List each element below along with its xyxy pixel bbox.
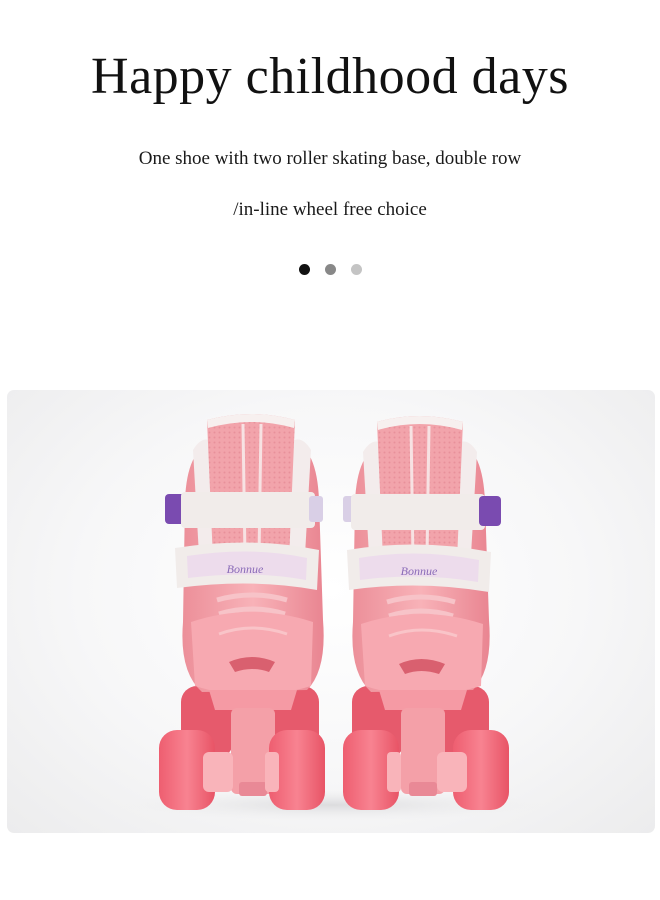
carousel-dot-3[interactable]	[350, 264, 362, 275]
product-photo: Bonnue Bonnue	[7, 390, 655, 833]
headline: Happy childhood days	[91, 48, 569, 105]
description-line-2: /in-line wheel free choice	[233, 199, 427, 220]
description-line-1: One shoe with two roller skating base, d…	[138, 148, 522, 169]
left-skate: Bonnue	[159, 414, 325, 810]
strap-logo-right: Bonnue	[401, 564, 438, 578]
carousel-dot-2[interactable]	[324, 264, 336, 275]
right-skate: Bonnue	[343, 416, 509, 810]
carousel-dot-1[interactable]	[298, 264, 310, 275]
carousel-indicator	[0, 264, 660, 275]
roller-skates-image: Bonnue Bonnue	[123, 414, 543, 821]
strap-logo-left: Bonnue	[227, 562, 264, 576]
